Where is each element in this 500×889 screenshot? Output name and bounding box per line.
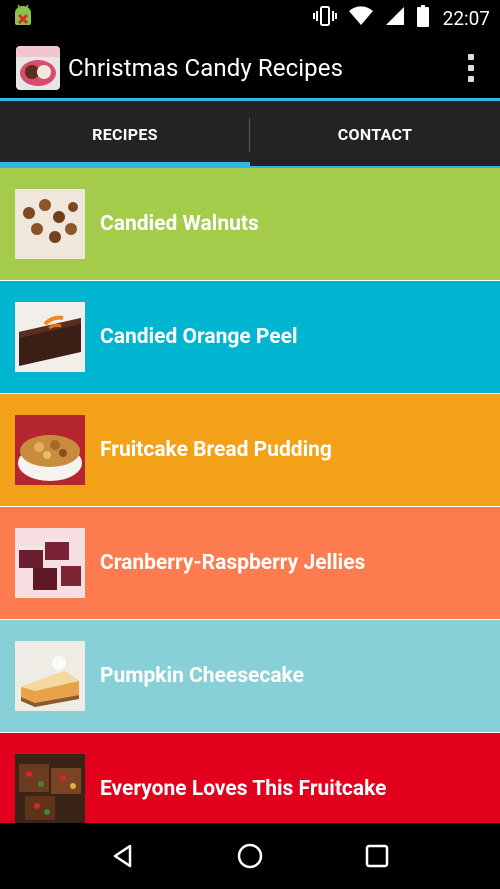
wifi-icon bbox=[348, 6, 373, 30]
list-item[interactable]: Cranberry-Raspberry Jellies bbox=[0, 507, 500, 619]
app-logo[interactable] bbox=[16, 46, 60, 90]
list-item[interactable]: Fruitcake Bread Pudding bbox=[0, 394, 500, 506]
tab-recipes[interactable]: RECIPES bbox=[0, 101, 250, 168]
action-bar: Christmas Candy Recipes bbox=[0, 36, 500, 100]
list-item[interactable]: Candied Walnuts bbox=[0, 168, 500, 280]
recipe-title: Candied Walnuts bbox=[100, 212, 259, 236]
tab-label: RECIPES bbox=[92, 125, 158, 144]
recipe-title: Cranberry-Raspberry Jellies bbox=[100, 551, 366, 575]
clock: 22:07 bbox=[442, 6, 490, 30]
recipe-thumbnail bbox=[15, 415, 85, 485]
recipe-thumbnail bbox=[15, 189, 85, 259]
recents-icon[interactable] bbox=[352, 831, 402, 881]
home-icon[interactable] bbox=[225, 831, 275, 881]
signal-icon bbox=[385, 6, 405, 30]
tab-contact[interactable]: CONTACT bbox=[250, 101, 500, 168]
recipe-title: Fruitcake Bread Pudding bbox=[100, 438, 332, 462]
list-item[interactable]: Pumpkin Cheesecake bbox=[0, 620, 500, 732]
app-title: Christmas Candy Recipes bbox=[68, 54, 344, 82]
tab-label: CONTACT bbox=[337, 125, 413, 144]
list-item[interactable]: Everyone Loves This Fruitcake bbox=[0, 733, 500, 823]
recipe-thumbnail bbox=[15, 754, 85, 823]
recipe-thumbnail bbox=[15, 528, 85, 598]
tab-bar: RECIPES CONTACT bbox=[0, 101, 500, 168]
android-debug-icon bbox=[12, 4, 34, 32]
battery-icon bbox=[416, 5, 429, 31]
overflow-menu-icon[interactable] bbox=[456, 48, 486, 88]
recipe-title: Pumpkin Cheesecake bbox=[100, 664, 304, 688]
recipe-title: Everyone Loves This Fruitcake bbox=[100, 777, 387, 801]
vibrate-icon bbox=[312, 5, 337, 31]
list-item[interactable]: Candied Orange Peel bbox=[0, 281, 500, 393]
recipe-thumbnail bbox=[15, 302, 85, 372]
navigation-bar bbox=[0, 823, 500, 889]
status-bar: 22:07 bbox=[0, 0, 500, 36]
recipe-list[interactable]: Candied Walnuts Candied Orange Peel Frui… bbox=[0, 168, 500, 823]
recipe-thumbnail bbox=[15, 641, 85, 711]
back-icon[interactable] bbox=[98, 831, 148, 881]
recipe-title: Candied Orange Peel bbox=[100, 325, 298, 349]
